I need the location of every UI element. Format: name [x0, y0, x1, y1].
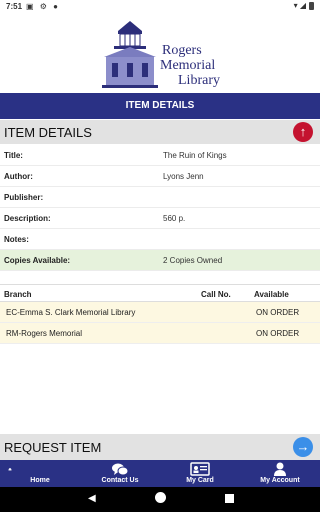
- detail-label: Author:: [4, 172, 33, 181]
- detail-label: Description:: [4, 214, 51, 223]
- branch-name: RM-Rogers Memorial: [6, 329, 83, 338]
- system-icons: ▾ ◢: [294, 1, 314, 10]
- availability-status: ON ORDER: [256, 308, 300, 317]
- detail-row-notes: Notes:: [0, 229, 320, 250]
- table-row: EC-Emma S. Clark Memorial Library ON ORD…: [0, 302, 320, 323]
- detail-value: 560 p.: [163, 214, 186, 223]
- detail-label: Publisher:: [4, 193, 44, 202]
- detail-row-author: Author: Lyons Jenn: [0, 166, 320, 187]
- request-item-section-header[interactable]: REQUEST ITEM →: [0, 434, 320, 460]
- recents-button-icon[interactable]: [225, 494, 234, 503]
- detail-row-title: Title: The Ruin of Kings: [0, 145, 320, 166]
- detail-label: Copies Available:: [4, 256, 71, 265]
- logo-line-2: Memorial: [160, 58, 216, 73]
- detail-value: Lyons Jenn: [163, 172, 204, 181]
- notification-icons: ▣ ⚙ ●: [26, 2, 61, 11]
- user-icon: [274, 462, 286, 476]
- library-name: Rogers Memorial Library: [160, 43, 220, 88]
- request-item-button[interactable]: →: [293, 437, 313, 457]
- arrow-right-icon: →: [296, 439, 310, 454]
- back-button-icon[interactable]: ◀: [88, 493, 96, 504]
- detail-label: Title:: [4, 151, 23, 160]
- detail-value: The Ruin of Kings: [163, 151, 227, 160]
- nav-account-label: My Account: [260, 477, 300, 484]
- item-details-heading: ITEM DETAILS: [4, 125, 92, 140]
- item-details-section-header: ITEM DETAILS ↑: [0, 120, 320, 144]
- nav-my-account[interactable]: My Account: [240, 460, 320, 487]
- home-button-icon[interactable]: [155, 492, 166, 503]
- android-system-navigation: ◀: [0, 487, 320, 512]
- home-icon: [8, 467, 12, 471]
- nav-my-card[interactable]: My Card: [160, 460, 240, 487]
- table-row: RM-Rogers Memorial ON ORDER: [0, 323, 320, 344]
- page-title: ITEM DETAILS: [0, 93, 320, 119]
- nav-home-label: Home: [30, 477, 50, 484]
- branch-table-header: Branch Call No. Available: [0, 284, 320, 302]
- id-card-icon: [190, 462, 210, 476]
- status-bar: 7:51 ▣ ⚙ ● ▾ ◢: [0, 0, 320, 13]
- bottom-navigation: Home Contact Us My Card My Account: [0, 460, 320, 487]
- availability-status: ON ORDER: [256, 329, 300, 338]
- battery-icon: [309, 1, 314, 10]
- column-branch: Branch: [4, 290, 32, 299]
- library-building-icon: [102, 21, 158, 88]
- detail-row-copies-available: Copies Available: 2 Copies Owned: [0, 250, 320, 271]
- scroll-up-button[interactable]: ↑: [293, 122, 313, 142]
- nav-contact-label: Contact Us: [101, 477, 139, 484]
- chat-bubbles-icon: [112, 463, 129, 476]
- nav-card-label: My Card: [186, 477, 214, 484]
- nav-contact-us[interactable]: Contact Us: [80, 460, 160, 487]
- logo-line-3: Library: [178, 73, 220, 88]
- branch-name: EC-Emma S. Clark Memorial Library: [6, 308, 136, 317]
- detail-row-publisher: Publisher:: [0, 187, 320, 208]
- logo-line-1: Rogers: [162, 43, 202, 58]
- arrow-up-icon: ↑: [299, 124, 307, 139]
- library-logo: Rogers Memorial Library: [0, 13, 320, 93]
- column-call-no: Call No.: [201, 290, 231, 299]
- detail-label: Notes:: [4, 235, 29, 244]
- clock: 7:51: [6, 2, 23, 11]
- detail-value: 2 Copies Owned: [163, 256, 223, 265]
- nav-home[interactable]: Home: [0, 460, 80, 487]
- request-item-heading: REQUEST ITEM: [4, 440, 102, 455]
- column-available: Available: [254, 290, 289, 299]
- detail-row-description: Description: 560 p.: [0, 208, 320, 229]
- wifi-signal-icon: ▾ ◢: [293, 1, 306, 10]
